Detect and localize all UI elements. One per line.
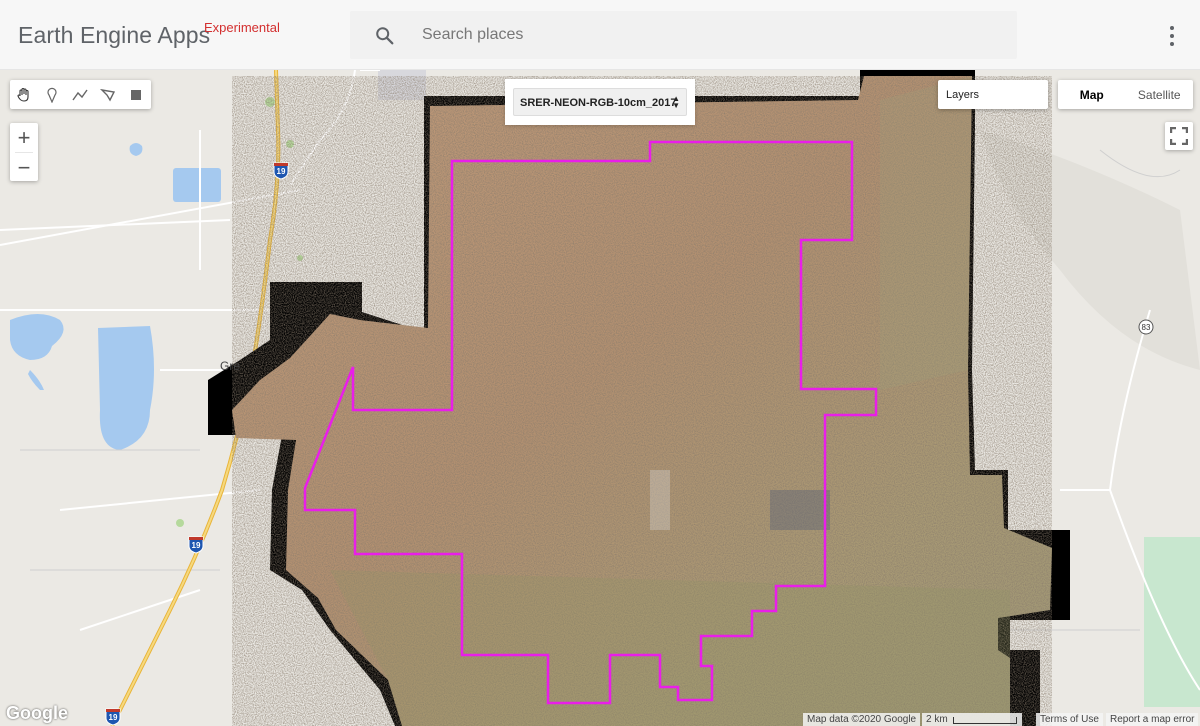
place-label: Gre	[220, 359, 240, 373]
layers-label: Layers	[946, 89, 980, 101]
svg-text:19: 19	[277, 167, 286, 176]
map-attribution: Map data ©2020 Google	[803, 713, 921, 726]
drawing-toolbar	[10, 80, 151, 109]
search-input[interactable]	[422, 23, 982, 47]
marker-icon[interactable]	[38, 80, 66, 109]
select-arrows-icon: ▲ ▼	[672, 94, 680, 110]
experimental-badge: Experimental	[204, 20, 280, 35]
map-type-map-button[interactable]: Map	[1058, 80, 1126, 109]
google-logo: Google	[6, 703, 68, 723]
svg-text:19: 19	[109, 713, 118, 722]
line-icon[interactable]	[66, 80, 94, 109]
zoom-in-button[interactable]: +	[10, 123, 38, 152]
more-vert-icon[interactable]	[1162, 24, 1182, 48]
zoom-control: + −	[10, 123, 38, 181]
fullscreen-button[interactable]	[1165, 122, 1193, 150]
dataset-select-value: SRER-NEON-RGB-10cm_2017	[520, 97, 677, 109]
park-area	[1144, 537, 1200, 707]
app-header: Earth Engine Apps Experimental	[0, 0, 1200, 70]
dataset-panel: SRER-NEON-RGB-10cm_2017 ▲ ▼	[505, 79, 695, 125]
map-type-control: Map Satellite	[1058, 80, 1193, 109]
hand-pan-icon[interactable]	[10, 80, 38, 109]
rectangle-icon[interactable]	[122, 80, 150, 109]
map-canvas[interactable]: Gre 19 19 19 83 + − SRER-NEON-RGB-10cm_2…	[0, 70, 1200, 726]
zoom-out-button[interactable]: −	[10, 153, 38, 182]
search-box[interactable]	[350, 11, 1017, 59]
map-type-satellite-button[interactable]: Satellite	[1126, 80, 1194, 109]
report-map-error-link[interactable]: Report a map error	[1106, 713, 1199, 726]
layers-dropdown[interactable]: Layers	[938, 80, 1048, 109]
scale-bar	[953, 717, 1017, 724]
map-tiles: Gre 19 19 19 83	[0, 70, 1200, 726]
fullscreen-icon	[1170, 127, 1188, 145]
svg-text:83: 83	[1142, 323, 1151, 332]
app-title: Earth Engine Apps	[18, 22, 211, 48]
polygon-icon[interactable]	[94, 80, 122, 109]
svg-text:19: 19	[192, 541, 201, 550]
dataset-select[interactable]: SRER-NEON-RGB-10cm_2017 ▲ ▼	[513, 88, 687, 116]
search-icon[interactable]	[374, 25, 396, 47]
terms-of-use-link[interactable]: Terms of Use	[1036, 713, 1103, 726]
